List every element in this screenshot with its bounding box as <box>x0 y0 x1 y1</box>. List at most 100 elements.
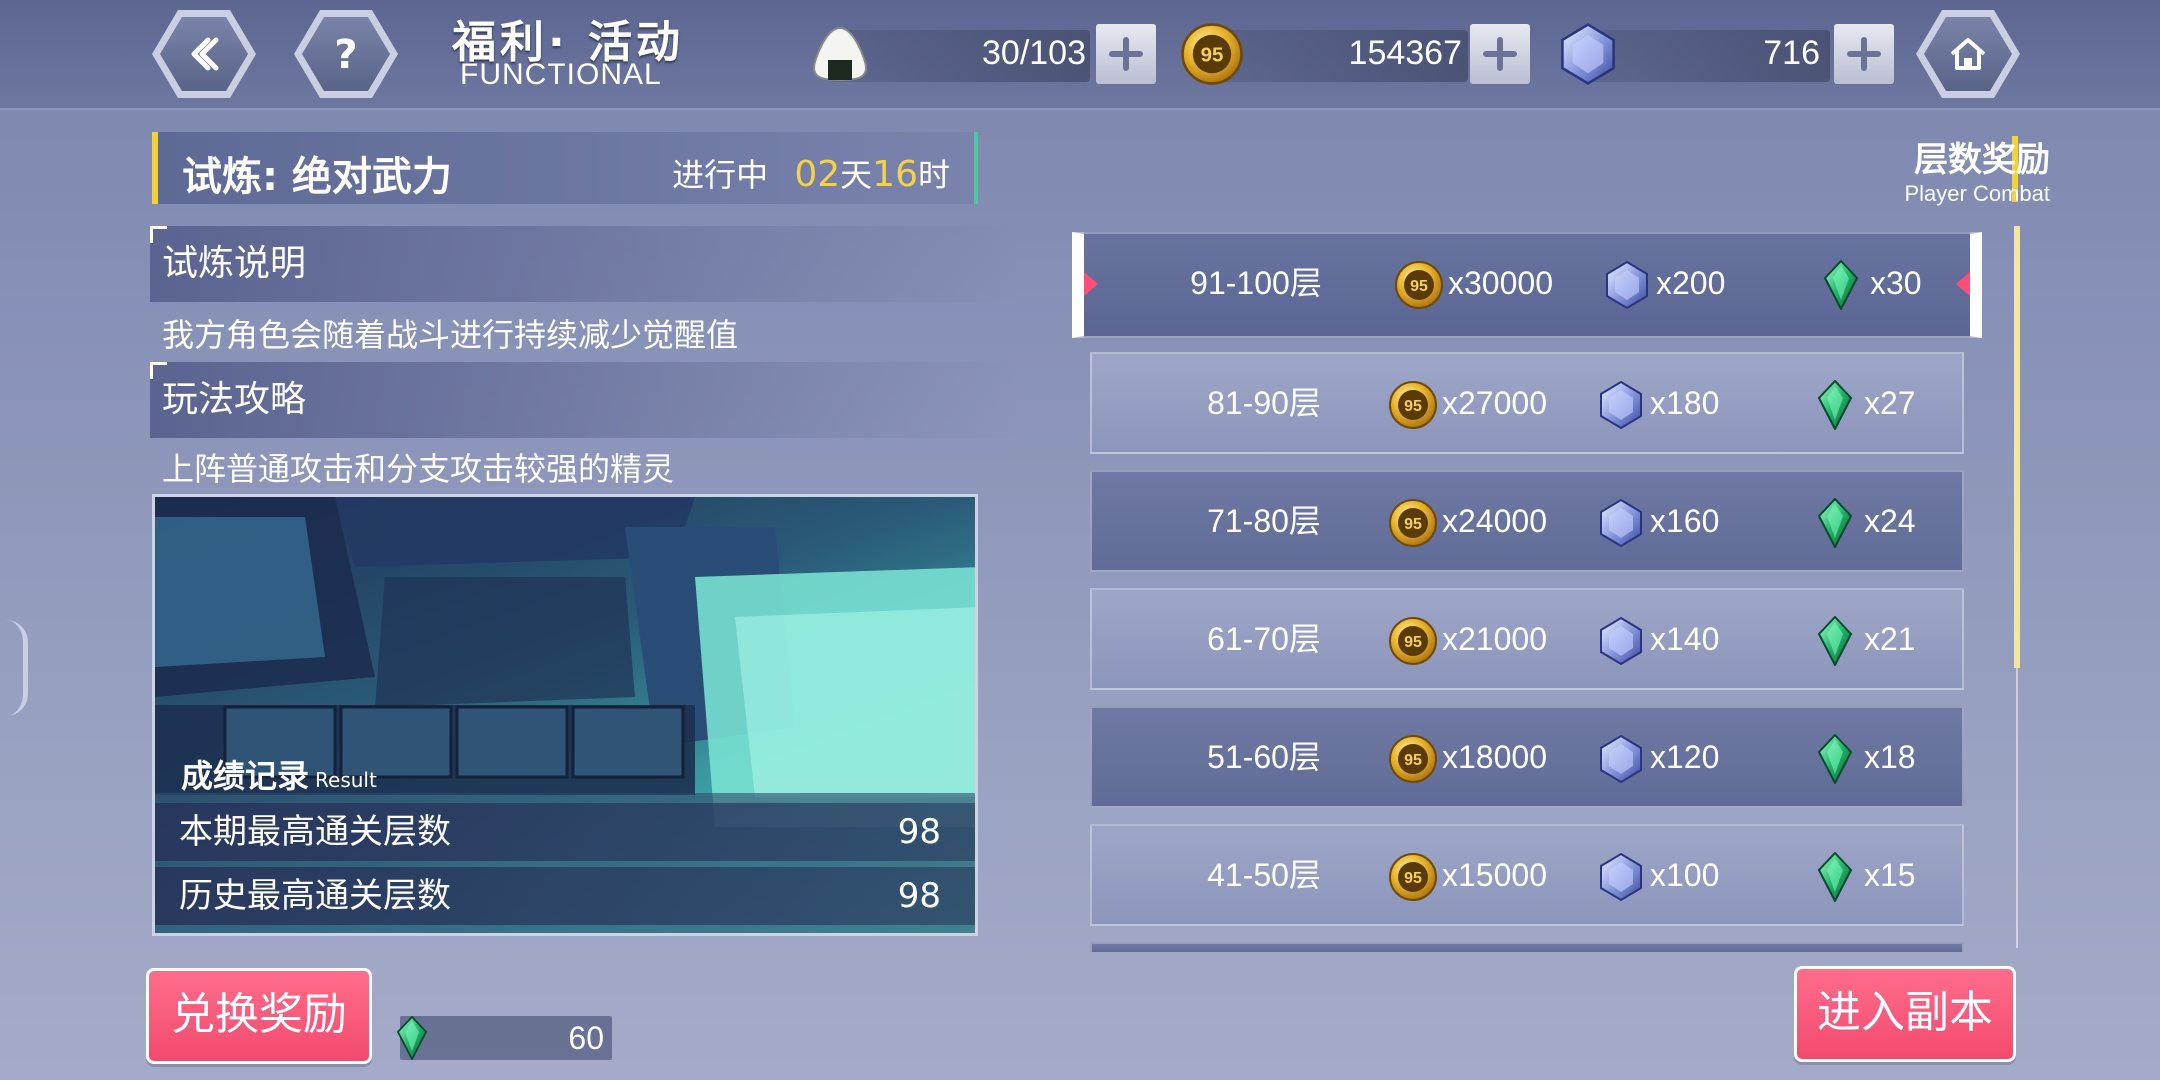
tier-row[interactable]: 91-100层 x30000 x200 x30 <box>1072 232 1982 338</box>
section-body-strategy: 上阵普通攻击和分支攻击较强的精灵 <box>162 450 675 488</box>
green-gem-icon <box>1810 616 1860 666</box>
tier-row-partial <box>1090 942 1964 952</box>
gold-coin-icon <box>1388 616 1438 666</box>
crystals-value: 716 <box>1763 34 1820 72</box>
green-gem-icon <box>1810 498 1860 548</box>
exchange-rewards-button[interactable]: 兑换奖励 <box>146 968 372 1064</box>
chevron-left-icon <box>191 37 219 71</box>
tier-gems: x24 <box>1864 503 1916 539</box>
blue-crystal-icon <box>1556 22 1620 86</box>
plus-icon <box>1847 37 1881 71</box>
add-coins-button[interactable] <box>1470 24 1530 84</box>
tier-row[interactable]: 81-90层 x27000 x180 x27 <box>1090 352 1964 454</box>
tier-gems: x21 <box>1864 621 1916 657</box>
tier-crystals: x180 <box>1650 385 1720 421</box>
hours-value: 16 <box>872 154 918 195</box>
tier-crystals: x120 <box>1650 739 1720 775</box>
green-gem-icon <box>1810 734 1860 784</box>
hours-unit: 时 <box>917 156 950 194</box>
blue-crystal-icon <box>1596 734 1646 784</box>
green-gem-icon <box>1810 380 1860 430</box>
days-unit: 天 <box>840 156 873 194</box>
plus-icon <box>1109 37 1143 71</box>
green-gem-icon <box>1816 260 1866 310</box>
scrollbar-thumb[interactable] <box>2014 226 2020 668</box>
gold-coin-icon <box>1388 380 1438 430</box>
back-button[interactable] <box>152 10 256 98</box>
tier-crystals: x100 <box>1650 857 1720 893</box>
result-value: 98 <box>897 812 941 852</box>
svg-text:?: ? <box>334 32 357 76</box>
home-icon <box>1950 38 1986 70</box>
token-value: 60 <box>568 1020 604 1056</box>
green-gem-icon <box>390 1010 434 1066</box>
gold-coin-icon <box>1394 260 1444 310</box>
result-label: 历史最高通关层数 <box>179 876 451 916</box>
tier-gems: x27 <box>1864 385 1916 421</box>
tier-crystals: x160 <box>1650 503 1720 539</box>
result-value: 98 <box>897 876 941 916</box>
tier-gems: x15 <box>1864 857 1916 893</box>
blue-crystal-icon <box>1596 616 1646 666</box>
section-heading-strategy: 玩法攻略 <box>150 362 1020 438</box>
blue-crystal-icon <box>1596 380 1646 430</box>
tier-coins: x18000 <box>1442 739 1547 775</box>
tier-range: 61-70层 <box>1207 621 1321 657</box>
tier-coins: x21000 <box>1442 621 1547 657</box>
help-button[interactable]: ? <box>294 10 398 98</box>
status-label: 进行中 <box>672 156 769 194</box>
question-mark-icon: ? <box>334 32 357 76</box>
rewards-header: 层数奖励 Player Combat <box>1904 132 2050 207</box>
tier-coins: x27000 <box>1442 385 1547 421</box>
days-value: 02 <box>794 154 841 195</box>
result-label: 本期最高通关层数 <box>179 812 451 852</box>
tier-row[interactable]: 51-60层 x18000 x120 x18 <box>1090 706 1964 808</box>
gold-coin-icon <box>1180 22 1244 86</box>
results-title-cn: 成绩记录 <box>181 757 310 795</box>
tier-range: 71-80层 <box>1207 503 1321 539</box>
tier-gems: x30 <box>1870 265 1922 301</box>
trial-title: 试炼: 绝对武力 <box>182 154 452 200</box>
add-stamina-button[interactable] <box>1096 24 1156 84</box>
tier-range: 51-60层 <box>1207 739 1321 775</box>
rewards-title: 层数奖励 <box>1914 140 2050 180</box>
tier-crystals: x200 <box>1656 265 1726 301</box>
gold-coin-icon <box>1388 734 1438 784</box>
tier-coins: x30000 <box>1448 265 1553 301</box>
plus-icon <box>1483 37 1517 71</box>
tier-row[interactable]: 61-70层 x21000 x140 x21 <box>1090 588 1964 690</box>
gold-coin-icon <box>1388 498 1438 548</box>
blue-crystal-icon <box>1602 260 1652 310</box>
trial-countdown: 进行中 02天16时 <box>672 150 950 196</box>
results-title-en: Result <box>315 768 377 792</box>
side-drawer-handle[interactable] <box>6 620 28 716</box>
result-row-current: 本期最高通关层数 98 <box>155 803 975 861</box>
trial-header: 试炼: 绝对武力 进行中 02天16时 <box>152 132 978 204</box>
rice-ball-icon <box>812 26 868 82</box>
stage-preview-image: 成绩记录 Result 本期最高通关层数 98 历史最高通关层数 98 <box>152 494 978 936</box>
coins-value: 154367 <box>1348 34 1462 72</box>
top-bar: ? 福利· 活动 FUNCTIONAL 30/103 154367 716 <box>0 0 2160 110</box>
tier-row[interactable]: 71-80层 x24000 x160 x24 <box>1090 470 1964 572</box>
rewards-subtitle: Player Combat <box>1904 181 2050 206</box>
section-heading-description: 试炼说明 <box>150 226 1020 302</box>
gold-coin-icon <box>1388 852 1438 902</box>
result-row-history: 历史最高通关层数 98 <box>155 867 975 925</box>
results-title: 成绩记录 Result <box>181 751 377 797</box>
tier-gems: x18 <box>1864 739 1916 775</box>
tier-crystals: x140 <box>1650 621 1720 657</box>
tier-coins: x15000 <box>1442 857 1547 893</box>
green-gem-icon <box>1810 852 1860 902</box>
tier-range: 81-90层 <box>1207 385 1321 421</box>
blue-crystal-icon <box>1596 852 1646 902</box>
home-button[interactable] <box>1916 10 2020 98</box>
tier-range: 91-100层 <box>1190 265 1322 301</box>
add-crystals-button[interactable] <box>1834 24 1894 84</box>
blue-crystal-icon <box>1596 498 1646 548</box>
tier-row[interactable]: 41-50层 x15000 x100 x15 <box>1090 824 1964 926</box>
scrollbar-track[interactable] <box>2016 668 2018 948</box>
tier-range: 41-50层 <box>1207 857 1321 893</box>
section-body-description: 我方角色会随着战斗进行持续减少觉醒值 <box>162 316 739 354</box>
tier-coins: x24000 <box>1442 503 1547 539</box>
enter-dungeon-button[interactable]: 进入副本 <box>1794 966 2016 1062</box>
